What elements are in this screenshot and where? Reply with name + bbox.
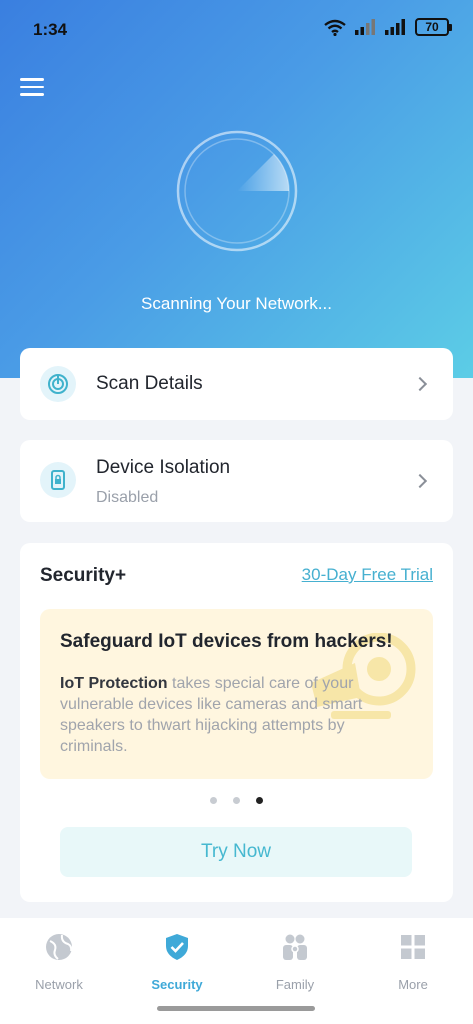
chevron-right-icon xyxy=(412,376,428,392)
tab-network-label: Network xyxy=(35,977,83,992)
carousel-dot[interactable] xyxy=(233,797,240,804)
promo-banner[interactable]: Safeguard IoT devices from hackers! IoT … xyxy=(40,609,433,779)
hamburger-menu-icon[interactable] xyxy=(20,78,44,98)
signal-icon xyxy=(355,19,375,35)
device-lock-icon xyxy=(40,462,76,498)
scan-status-text: Scanning Your Network... xyxy=(141,294,332,313)
tab-network[interactable]: Network xyxy=(9,932,109,992)
home-indicator[interactable] xyxy=(157,1006,315,1011)
grid-icon xyxy=(401,935,425,959)
promo-body: IoT Protection takes special care of you… xyxy=(60,673,410,757)
device-isolation-card[interactable]: Device Isolation Disabled xyxy=(20,440,453,522)
status-icons: 70 xyxy=(323,18,452,36)
tab-family[interactable]: Family xyxy=(245,932,345,992)
promo-title: Safeguard IoT devices from hackers! xyxy=(60,631,393,652)
battery-icon: 70 xyxy=(415,18,452,36)
security-plus-card: Security+ 30-Day Free Trial Safeguard Io… xyxy=(20,543,453,902)
globe-icon xyxy=(46,934,73,960)
try-now-button[interactable]: Try Now xyxy=(60,827,412,877)
device-isolation-status: Disabled xyxy=(96,489,159,506)
tab-security[interactable]: Security xyxy=(127,932,227,992)
shield-check-icon xyxy=(166,934,188,960)
carousel-dot-active[interactable] xyxy=(256,797,263,804)
promo-body-highlight: IoT Protection xyxy=(60,675,168,692)
free-trial-link[interactable]: 30-Day Free Trial xyxy=(302,565,433,585)
tab-more[interactable]: More xyxy=(363,932,463,992)
status-bar: 1:34 70 xyxy=(0,0,473,62)
tab-more-label: More xyxy=(398,977,428,992)
carousel-dot[interactable] xyxy=(210,797,217,804)
carousel-indicator xyxy=(20,797,453,804)
tab-family-label: Family xyxy=(275,977,315,992)
chevron-right-icon xyxy=(412,473,428,489)
scan-details-label: Scan Details xyxy=(96,373,203,394)
security-plus-title: Security+ xyxy=(40,565,127,586)
status-time: 1:34 xyxy=(33,20,68,39)
device-isolation-label: Device Isolation xyxy=(96,457,231,478)
wifi-icon xyxy=(324,19,346,36)
scan-radar-icon xyxy=(40,366,76,402)
tab-security-label: Security xyxy=(151,977,203,992)
scan-details-card[interactable]: Scan Details xyxy=(20,348,453,420)
scanning-radar-icon xyxy=(176,130,298,252)
signal-icon xyxy=(385,19,405,35)
family-icon xyxy=(283,934,307,960)
